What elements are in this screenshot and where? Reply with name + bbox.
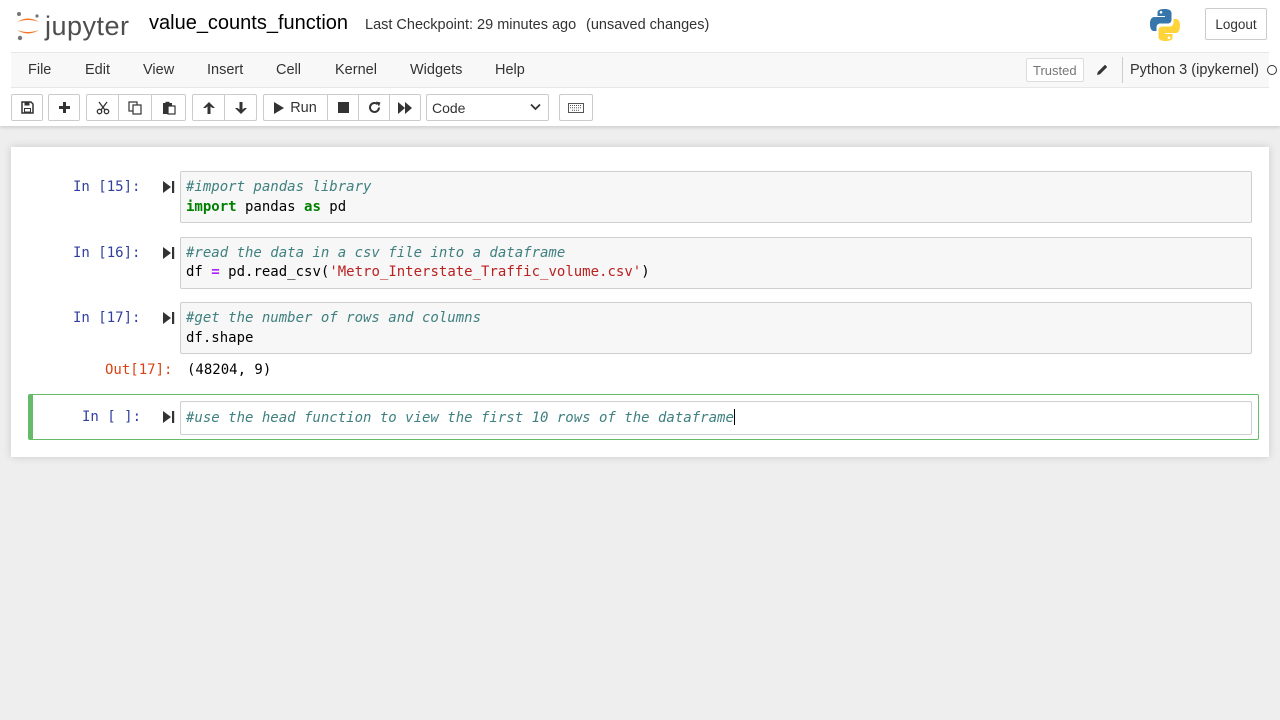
menu-edit[interactable]: Edit	[85, 62, 110, 78]
cell-3-output: (48204, 9)	[187, 362, 272, 378]
cell-3-run-icon[interactable]	[163, 312, 175, 324]
arrow-up-icon	[202, 101, 215, 114]
copy-button[interactable]	[118, 94, 152, 121]
notebook-container: In [15]: #import pandas library import p…	[11, 147, 1269, 457]
notebook-name[interactable]: value_counts_function	[149, 12, 348, 35]
restart-button[interactable]	[358, 94, 390, 121]
code-text: pd	[320, 199, 347, 215]
code-comment: #get the number of rows and columns	[186, 310, 482, 326]
menu-insert[interactable]: Insert	[207, 62, 243, 78]
paste-icon	[162, 101, 176, 115]
code-text: pandas	[236, 199, 305, 215]
keyboard-icon	[568, 102, 584, 113]
cut-icon	[96, 101, 109, 114]
kernel-idle-icon	[1267, 65, 1277, 75]
menu-cell[interactable]: Cell	[276, 62, 301, 78]
code-keyword: import	[186, 199, 237, 215]
cell-2-run-icon[interactable]	[163, 247, 175, 259]
menu-file[interactable]: File	[28, 62, 51, 78]
cell-type-select[interactable]: Code	[426, 94, 549, 121]
pencil-icon[interactable]	[1095, 63, 1109, 77]
unsaved-changes-status: (unsaved changes)	[586, 17, 710, 33]
cell-3-line-1: #get the number of rows and columns	[186, 310, 481, 326]
menubar: File Edit View Insert Cell Kernel Widget…	[11, 52, 1277, 88]
cell-2-line-2: df = pd.read_csv('Metro_Interstate_Traff…	[186, 264, 650, 280]
code-text: df	[186, 264, 212, 280]
code-string: 'Metro_Interstate_Traffic_volume.csv'	[329, 264, 642, 280]
header: jupyter value_counts_function Last Check…	[0, 0, 1280, 126]
restart-run-all-button[interactable]	[389, 94, 421, 121]
cell-4-line-1: #use the head function to view the first…	[186, 409, 735, 426]
kernel-name[interactable]: Python 3 (ipykernel)	[1130, 62, 1259, 78]
interrupt-button[interactable]	[327, 94, 359, 121]
cell-3-line-2: df.shape	[186, 330, 254, 346]
python-logo-icon	[1150, 9, 1180, 41]
move-up-button[interactable]	[192, 94, 225, 121]
code-comment: #use the head function to view the first…	[186, 410, 734, 426]
paste-button[interactable]	[151, 94, 186, 121]
kernel-separator	[1122, 57, 1123, 83]
cell-4-run-icon[interactable]	[163, 411, 175, 423]
command-palette-button[interactable]	[559, 94, 593, 121]
menu-help[interactable]: Help	[495, 62, 525, 78]
cell-1-in-prompt: In [15]:	[73, 179, 141, 195]
chevron-down-icon	[530, 103, 541, 111]
arrow-down-icon	[234, 101, 247, 114]
save-button[interactable]	[11, 94, 43, 121]
code-text: )	[641, 264, 650, 280]
menu-widgets[interactable]: Widgets	[410, 62, 462, 78]
plus-icon	[58, 102, 70, 113]
trusted-indicator[interactable]: Trusted	[1026, 58, 1084, 82]
jupyter-logo[interactable]: jupyter	[14, 8, 130, 44]
code-operator: =	[211, 264, 220, 280]
jupyter-logo-icon	[17, 12, 39, 41]
title-bar: jupyter value_counts_function Last Check…	[0, 0, 1280, 50]
cell-4-in-prompt: In [ ]:	[82, 409, 142, 425]
cell-type-value: Code	[432, 99, 466, 116]
cell-2-line-1: #read the data in a csv file into a data…	[186, 245, 565, 261]
stop-icon	[337, 102, 349, 113]
code-comment: #read the data in a csv file into a data…	[186, 245, 566, 261]
cell-3-out-prompt: Out[17]:	[105, 362, 173, 378]
menu-view[interactable]: View	[143, 62, 174, 78]
restart-icon	[368, 101, 380, 113]
cell-1-line-1: #import pandas library	[186, 179, 371, 195]
move-down-button[interactable]	[224, 94, 257, 121]
cell-1-line-2: import pandas as pd	[186, 199, 346, 215]
save-icon	[20, 101, 34, 114]
run-icon	[274, 101, 285, 114]
run-label: Run	[290, 99, 317, 116]
cut-button[interactable]	[86, 94, 119, 121]
cell-1-run-icon[interactable]	[163, 181, 175, 193]
code-comment: #import pandas library	[186, 179, 372, 195]
checkpoint-status: Last Checkpoint: 29 minutes ago	[365, 17, 577, 33]
text-cursor	[733, 409, 735, 425]
copy-icon	[128, 100, 142, 115]
menu-kernel[interactable]: Kernel	[335, 62, 377, 78]
code-text: pd.read_csv(	[219, 264, 330, 280]
run-button[interactable]: Run	[263, 94, 328, 121]
logout-button[interactable]: Logout	[1205, 8, 1267, 40]
fast-forward-icon	[398, 101, 412, 114]
jupyter-logo-text: jupyter	[45, 10, 130, 41]
insert-cell-button[interactable]	[48, 94, 80, 121]
code-keyword: as	[304, 199, 321, 215]
cell-2-in-prompt: In [16]:	[73, 245, 141, 261]
cell-3-in-prompt: In [17]:	[73, 310, 141, 326]
